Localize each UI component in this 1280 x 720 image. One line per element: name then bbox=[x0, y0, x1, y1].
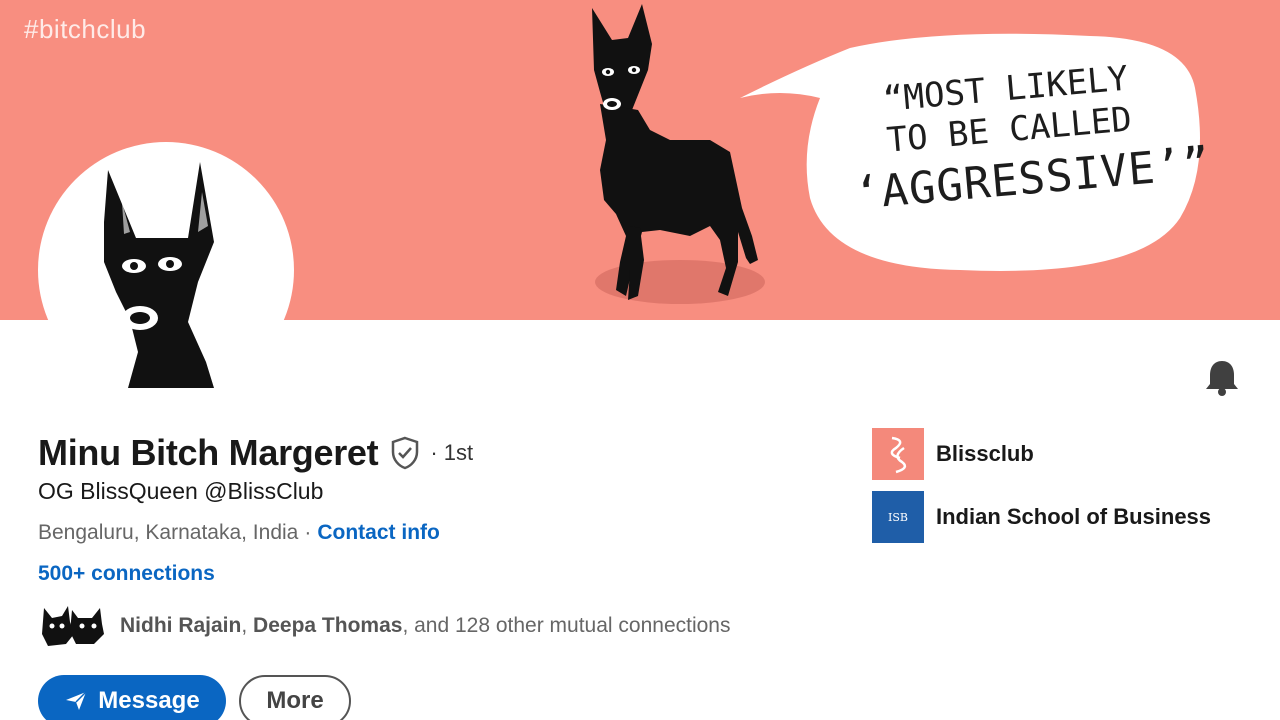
profile-name: Minu Bitch Margeret bbox=[38, 432, 379, 473]
doberman-avatar-image bbox=[104, 162, 214, 388]
org-name-isb: Indian School of Business bbox=[936, 504, 1212, 529]
banner-hashtag: #bitchclub bbox=[24, 14, 147, 44]
isb-logo-icon: ISB bbox=[872, 491, 924, 543]
mutual-name-1: Nidhi Rajain bbox=[120, 614, 242, 637]
verified-shield-icon[interactable] bbox=[390, 436, 420, 470]
mutual-comma: , bbox=[241, 614, 248, 637]
more-button-label: More bbox=[266, 687, 324, 714]
mutual-avatars bbox=[38, 604, 108, 648]
message-button[interactable]: Message bbox=[38, 675, 226, 720]
send-icon bbox=[66, 691, 87, 710]
org-isb[interactable]: ISB Indian School of Business bbox=[872, 491, 1211, 543]
profile-headline: OG BlissQueen @BlissClub bbox=[38, 478, 324, 504]
mutual-rest: , and 128 other mutual connections bbox=[402, 614, 731, 637]
notification-bell-icon[interactable] bbox=[1204, 358, 1240, 396]
message-button-label: Message bbox=[98, 687, 200, 714]
mutual-connections[interactable]: Nidhi Rajain, Deepa Thomas, and 128 othe… bbox=[38, 604, 731, 648]
org-blissclub[interactable]: Blissclub bbox=[872, 428, 1034, 480]
contact-info-link[interactable]: Contact info bbox=[317, 521, 439, 545]
speech-bubble-text: “MOST LIKELY TO BE CALLED ‘AGGRESSIVE’” bbox=[845, 56, 1212, 220]
mutual-avatar-2 bbox=[70, 608, 104, 644]
profile-avatar[interactable] bbox=[38, 142, 294, 398]
connections-link[interactable]: 500+ connections bbox=[38, 562, 215, 586]
profile-location: Bengaluru, Karnataka, India bbox=[38, 521, 299, 544]
blissclub-logo-icon bbox=[872, 428, 924, 480]
org-name-blissclub: Blissclub bbox=[936, 441, 1034, 466]
connection-degree: · 1st bbox=[430, 440, 474, 465]
isb-logo-text: ISB bbox=[888, 510, 908, 524]
location-row: Bengaluru, Karnataka, India · Contact in… bbox=[38, 521, 440, 545]
mutual-name-2: Deepa Thomas bbox=[253, 614, 403, 637]
separator: · bbox=[304, 521, 312, 544]
name-row: Minu Bitch Margeret · 1st bbox=[38, 432, 473, 474]
more-button[interactable]: More bbox=[239, 675, 351, 720]
